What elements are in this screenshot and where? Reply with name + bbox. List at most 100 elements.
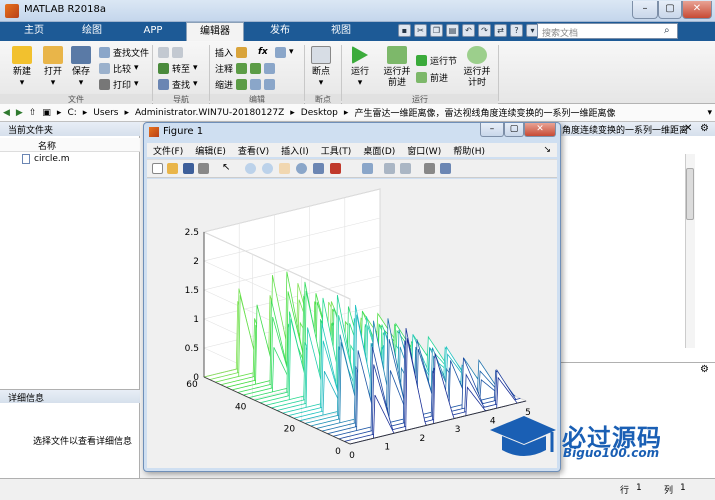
address-bar[interactable]: ◀ ▶ ⇧ ▣ ▸ C: ▸ Users ▸ Administrator.WIN… (0, 104, 715, 122)
save-icon[interactable]: ▪ (398, 24, 411, 37)
breakpoint-icon (311, 46, 331, 64)
run-advance-icon (387, 46, 407, 64)
pointer-icon[interactable]: ↖ (222, 163, 233, 174)
indent-button[interactable]: 缩进 (215, 77, 276, 91)
run-and-advance-button[interactable]: 运行并 前进 (380, 44, 414, 90)
graduation-cap-logo-icon (490, 416, 556, 456)
menu-insert[interactable]: 插入(I) (275, 144, 315, 157)
chevron-down-icon[interactable]: ▾ (704, 108, 715, 118)
search-input[interactable]: 搜索文档 (537, 23, 678, 39)
new-file-icon (12, 46, 32, 64)
tab-plots[interactable]: 绘图 (64, 22, 120, 41)
open-button[interactable]: 打开 ▾ (38, 44, 68, 90)
menu-edit[interactable]: 编辑(E) (189, 144, 232, 157)
show-plot-tools-icon[interactable] (440, 163, 451, 174)
list-item[interactable]: circle.m (22, 154, 70, 164)
save-button[interactable]: 保存 ▾ (66, 44, 96, 90)
close-button[interactable]: ✕ (682, 1, 712, 19)
save-icon (71, 46, 91, 64)
menu-desktop[interactable]: 桌面(D) (357, 144, 401, 157)
brush-icon[interactable] (330, 163, 341, 174)
tab-home[interactable]: 主页 (10, 22, 58, 41)
m-file-icon (22, 154, 30, 164)
column-header-name[interactable]: 名称 (0, 138, 140, 152)
print-button[interactable]: 打印 ▾ (99, 77, 139, 91)
zoom-in-icon[interactable] (245, 163, 256, 174)
menu-view[interactable]: 查看(V) (232, 144, 275, 157)
menu-file[interactable]: 文件(F) (147, 144, 189, 157)
z-tick-label: 2 (193, 257, 199, 267)
copy-icon[interactable]: ❐ (430, 24, 443, 37)
menu-window[interactable]: 窗口(W) (401, 144, 447, 157)
back-forward-buttons[interactable] (158, 45, 183, 59)
run-section-button[interactable]: 运行节 (416, 53, 457, 67)
group-label-file: 文件 (0, 94, 152, 104)
save-figure-icon[interactable] (183, 163, 194, 174)
breadcrumb-users[interactable]: Users (90, 108, 121, 118)
run-button[interactable]: 运行 ▾ (345, 44, 375, 90)
undo-icon[interactable]: ↶ (462, 24, 475, 37)
maximize-button[interactable]: ▢ (658, 1, 682, 19)
run-and-time-button[interactable]: 运行并 计时 (460, 44, 494, 90)
tab-apps[interactable]: APP (124, 22, 182, 41)
figure-title: Figure 1 (163, 126, 204, 137)
find-button[interactable]: 查找 ▾ (158, 77, 198, 91)
search-icon[interactable]: ⌕ (664, 25, 670, 36)
menu-help[interactable]: 帮助(H) (447, 144, 491, 157)
fx-button[interactable]: fx (258, 45, 268, 59)
compare-button[interactable]: 比较 ▾ (99, 61, 139, 75)
group-label-nav: 导航 (153, 94, 209, 104)
browse-folder-icon[interactable]: ▣ (39, 108, 54, 118)
insert-function-button[interactable]: ▾ (275, 45, 294, 59)
gear-icon[interactable]: ⚙ (700, 364, 709, 375)
close-icon[interactable]: ✕ (684, 123, 692, 134)
up-folder-icon[interactable]: ⇧ (26, 108, 40, 118)
legend-icon[interactable] (400, 163, 411, 174)
run-time-icon (467, 46, 487, 64)
figure-close-button[interactable]: ✕ (524, 123, 556, 137)
x-tick-label: 2 (420, 434, 426, 444)
new-figure-icon[interactable] (152, 163, 163, 174)
breadcrumb-desktop[interactable]: Desktop (298, 108, 341, 118)
dock-icon[interactable]: ↘ (537, 145, 557, 155)
z-tick-label: 1.5 (185, 286, 199, 296)
uncomment-icon (250, 62, 262, 74)
redo-icon[interactable]: ↷ (478, 24, 491, 37)
cut-icon[interactable]: ✂ (414, 24, 427, 37)
colorbar-icon[interactable] (384, 163, 395, 174)
tab-view[interactable]: 视图 (314, 22, 368, 41)
find-files-button[interactable]: 查找文件 (99, 45, 149, 59)
gear-icon[interactable]: ⚙ (700, 123, 709, 134)
data-cursor-icon[interactable] (313, 163, 324, 174)
open-file-icon[interactable] (167, 163, 178, 174)
minimize-button[interactable]: – (632, 1, 658, 19)
forward-icon[interactable]: ▶ (13, 108, 26, 118)
scrollbar-thumb[interactable] (686, 168, 694, 220)
menu-tools[interactable]: 工具(T) (315, 144, 358, 157)
details-hint: 选择文件以查看详细信息 (33, 437, 133, 447)
help-icon[interactable]: ? (510, 24, 523, 37)
back-icon[interactable]: ◀ (0, 108, 13, 118)
breadcrumb-user[interactable]: Administrator.WIN7U-20180127Z (132, 108, 287, 118)
advance-button[interactable]: 前进 (416, 70, 448, 84)
switch-windows-icon[interactable]: ⇄ (494, 24, 507, 37)
zoom-out-icon[interactable] (262, 163, 273, 174)
z-tick-label: 0 (193, 373, 199, 383)
tab-publish[interactable]: 发布 (250, 22, 310, 41)
print-figure-icon[interactable] (198, 163, 209, 174)
hide-plot-tools-icon[interactable] (424, 163, 435, 174)
breadcrumb-drive[interactable]: C: (64, 108, 79, 118)
breakpoints-button[interactable]: 断点 ▾ (306, 44, 336, 90)
rotate-icon[interactable] (296, 163, 307, 174)
link-plot-icon[interactable] (362, 163, 373, 174)
figure-maximize-button[interactable]: ▢ (504, 123, 524, 137)
tab-editor[interactable]: 编辑器 (186, 22, 244, 41)
new-button[interactable]: 新建 ▾ (7, 44, 37, 90)
figure-minimize-button[interactable]: – (480, 123, 504, 137)
goto-button[interactable]: 转至 ▾ (158, 61, 198, 75)
pan-icon[interactable] (279, 163, 290, 174)
paste-icon[interactable]: ▤ (446, 24, 459, 37)
insert-button[interactable]: 插入 (215, 45, 248, 59)
comment-button[interactable]: 注释 (215, 61, 276, 75)
breadcrumb-folder[interactable]: 产生雷达一维距离像，雷达视线角度连续变换的一系列一维距离像 (351, 106, 618, 119)
